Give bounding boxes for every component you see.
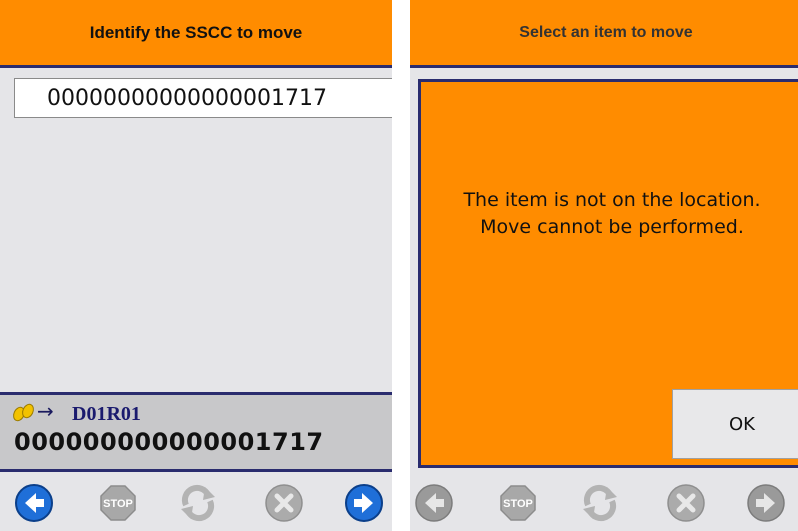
stop-icon[interactable]: STOP bbox=[498, 483, 538, 523]
bottom-toolbar: STOP bbox=[0, 475, 392, 531]
cancel-icon[interactable] bbox=[666, 483, 706, 523]
location-code: D01R01 bbox=[72, 403, 141, 425]
error-dialog: The item is not on the location. Move ca… bbox=[418, 79, 798, 468]
forward-arrow-icon[interactable] bbox=[344, 483, 384, 523]
scan-info-area: → D01R01 000000000000001717 bbox=[0, 392, 392, 472]
page-title: Identify the SSCC to move bbox=[0, 0, 392, 68]
page-title: Select an item to move bbox=[410, 0, 798, 68]
stop-label: STOP bbox=[103, 498, 133, 510]
refresh-icon[interactable] bbox=[580, 483, 620, 523]
footsteps-icon bbox=[13, 403, 34, 422]
bottom-toolbar: STOP bbox=[410, 475, 798, 531]
back-arrow-icon[interactable] bbox=[414, 483, 454, 523]
dialog-message: The item is not on the location. Move ca… bbox=[463, 189, 761, 238]
screen-divider bbox=[392, 0, 410, 531]
stop-icon[interactable]: STOP bbox=[98, 483, 138, 523]
stop-label: STOP bbox=[503, 498, 533, 510]
scanned-sscc: 000000000000001717 bbox=[14, 428, 324, 456]
forward-arrow-icon[interactable] bbox=[746, 483, 786, 523]
left-screen: Identify the SSCC to move → D01R01 00000… bbox=[0, 0, 392, 531]
cancel-icon[interactable] bbox=[264, 483, 304, 523]
ok-button[interactable]: OK bbox=[672, 389, 798, 459]
refresh-icon[interactable] bbox=[178, 483, 218, 523]
back-arrow-icon[interactable] bbox=[14, 483, 54, 523]
sscc-input[interactable] bbox=[14, 78, 392, 118]
right-screen: Select an item to move The item is not o… bbox=[410, 0, 798, 531]
arrow-right-icon: → bbox=[37, 399, 54, 423]
